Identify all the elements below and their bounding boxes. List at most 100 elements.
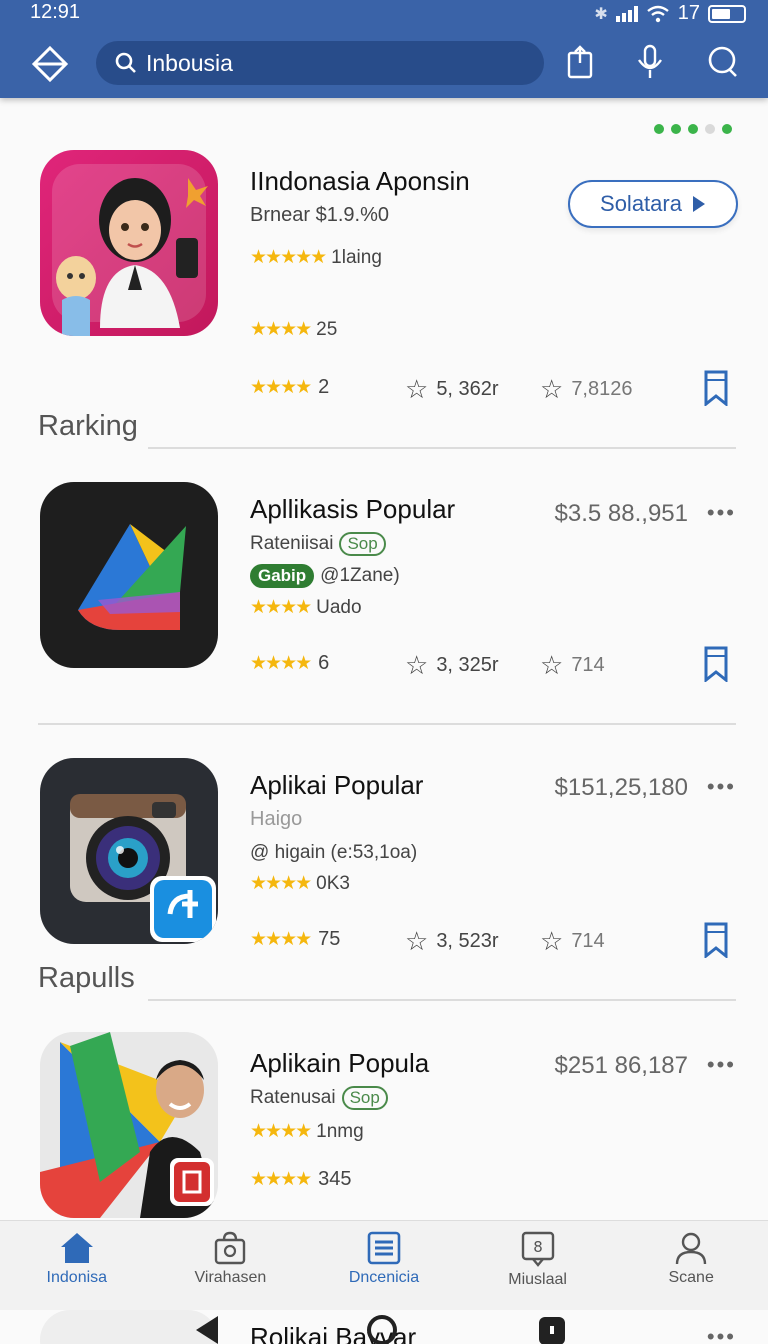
rating-label: Uado: [316, 596, 362, 618]
more-icon[interactable]: •••: [707, 1052, 736, 1078]
battery-icon: [708, 4, 746, 23]
wifi-icon: [647, 5, 669, 22]
downloads-value: 3, 523r: [436, 930, 499, 952]
app-subtitle: Rateniisai: [250, 533, 334, 554]
bag-icon: [215, 1231, 246, 1265]
bookmark-icon[interactable]: [702, 646, 730, 682]
star-outline-icon: ☆: [405, 650, 429, 680]
rating-row: ★★★★ Uado: [250, 596, 362, 619]
back-icon[interactable]: [192, 1314, 224, 1344]
section-title-ranking: Rarking: [38, 410, 138, 442]
star-rating-icon: ★★★★: [250, 929, 312, 950]
list-icon: [367, 1231, 401, 1265]
star-outline-icon: ☆: [405, 374, 429, 404]
downloads-value: 5, 362r: [436, 378, 499, 400]
star-rating-icon: ★★★★★: [250, 247, 327, 268]
category-pill: Sop: [339, 532, 386, 556]
app-price: $251 86,187: [554, 1052, 688, 1079]
app-row[interactable]: Aplikai Popular $151,25,180 ••• Haigo @ …: [0, 758, 768, 978]
nav-item-miuslaal[interactable]: 8 Miuslaal: [461, 1221, 615, 1310]
star-outline-icon: ☆: [540, 650, 564, 680]
app-subtitle: Brnear $1.9.%0: [250, 204, 389, 226]
share-icon[interactable]: [560, 40, 600, 84]
home-icon: [60, 1233, 93, 1263]
rating-row: ★★★★ 1nmg: [250, 1120, 364, 1143]
play-icon: [692, 196, 705, 212]
rating-value: 345: [318, 1168, 352, 1190]
search-input[interactable]: Inbousia: [96, 41, 544, 85]
rating-metric: ★★★★ 75: [250, 928, 340, 951]
reviews-value: 714: [571, 654, 605, 676]
subtitle-row: Ratenusai Sop: [250, 1086, 388, 1110]
app-price: $3.5 88.,951: [554, 500, 688, 527]
rating-metric: ★★★★ 6: [250, 652, 329, 675]
app-subtitle: Haigo: [250, 808, 303, 830]
app-icon: [40, 1032, 218, 1218]
nav-item-dncenicia[interactable]: Dncenicia: [307, 1221, 461, 1310]
section-title-popular: Rapulls: [38, 962, 135, 994]
rating-row: ★★★★★ 1laing: [250, 246, 382, 269]
star-rating-icon: ★★★★: [250, 1121, 312, 1142]
star-rating-icon: ★★★★: [250, 1169, 312, 1190]
bluetooth-icon: ✱: [594, 5, 608, 23]
divider: [148, 447, 736, 449]
rating-value: 75: [318, 928, 341, 950]
downloads-metric: ☆ 3, 325r: [405, 650, 499, 681]
get-button[interactable]: Solatara: [568, 180, 738, 228]
tag-row: Gabip @1Zane): [250, 564, 400, 588]
star-rating-icon: ★★★★: [250, 377, 312, 398]
subtitle-row: Rateniisai Sop: [250, 532, 386, 556]
mic-icon[interactable]: [630, 40, 670, 84]
star-rating-icon: ★★★★: [250, 653, 312, 674]
more-icon[interactable]: •••: [707, 500, 736, 526]
rating-count: 25: [316, 318, 338, 340]
person-icon: [675, 1232, 707, 1265]
app-title[interactable]: Apllikasis Popular: [250, 494, 455, 525]
star-rating-icon: ★★★★: [250, 597, 312, 618]
star-rating-icon: ★★★★: [250, 873, 312, 894]
app-row[interactable]: Aplikain Popula $251 86,187 ••• Ratenusa…: [0, 1032, 768, 1218]
nav-item-indonisa[interactable]: Indonisa: [0, 1221, 154, 1310]
nav-item-scane[interactable]: Scane: [614, 1221, 768, 1310]
nav-item-virahasen[interactable]: Virahasen: [154, 1221, 308, 1310]
tag-badge: Gabip: [250, 564, 315, 588]
tag-text: @ higain (e:53,1oa): [250, 842, 418, 863]
bookmark-icon[interactable]: [702, 922, 730, 958]
rating-metric: ★★★★ 2: [250, 376, 329, 399]
star-outline-icon: ☆: [540, 374, 564, 404]
rating-label: 1laing: [331, 246, 382, 268]
chat-icon[interactable]: [702, 40, 742, 84]
status-bar: 12:91 ✱ 17: [0, 0, 768, 28]
star-outline-icon: ☆: [405, 926, 429, 956]
app-icon: [40, 482, 218, 668]
reviews-metric: ☆ 714: [540, 926, 605, 957]
downloads-metric: ☆ 5, 362r: [405, 374, 499, 405]
rating-row: ★★★★ 0K3: [250, 872, 350, 895]
rating-label: 1nmg: [316, 1120, 364, 1142]
downloads-value: 3, 325r: [436, 654, 499, 676]
rating-metric: ★★★★ 345: [250, 1168, 352, 1191]
bookmark-icon[interactable]: [702, 370, 730, 406]
more-icon[interactable]: •••: [707, 774, 736, 800]
lock-icon[interactable]: [536, 1314, 568, 1344]
reviews-metric: ☆ 714: [540, 650, 605, 681]
status-time: 12:91: [30, 1, 81, 23]
rating-value: 2: [318, 376, 330, 398]
reviews-value: 7,8126: [571, 378, 633, 400]
app-title[interactable]: Aplikain Popula: [250, 1048, 429, 1079]
app-title[interactable]: Aplikai Popular: [250, 770, 423, 801]
rating-label: 0K3: [316, 872, 350, 894]
app-icon-featured: [40, 150, 218, 336]
more-icon[interactable]: •••: [707, 1324, 736, 1344]
next-row-peek: Rolikai Bayvar •••: [0, 1310, 768, 1344]
logo-icon[interactable]: [30, 44, 70, 84]
app-subtitle: Ratenusai: [250, 1087, 336, 1108]
category-pill: Sop: [341, 1086, 388, 1110]
app-price: $151,25,180: [554, 774, 688, 801]
app-row[interactable]: Apllikasis Popular $3.5 88.,951 ••• Rate…: [0, 482, 768, 702]
app-title[interactable]: IIndonasia Aponsin: [250, 166, 470, 197]
star-outline-icon: ☆: [540, 926, 564, 956]
rating-value: 6: [318, 652, 330, 674]
signal-icon: [615, 5, 638, 22]
home-nav-icon[interactable]: [366, 1314, 398, 1344]
